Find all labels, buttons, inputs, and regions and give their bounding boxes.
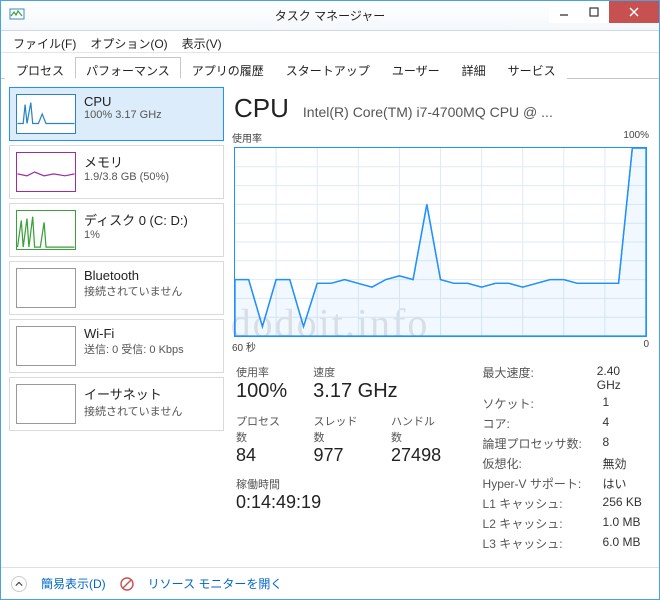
- spec-row-4: 仮想化:無効: [483, 455, 645, 472]
- net-thumb-icon: [16, 326, 76, 366]
- chart-top-left: 使用率: [232, 130, 262, 145]
- disk-thumb-icon: [16, 210, 76, 250]
- stats-area: 使用率 100% 速度 3.17 GHz プロセス数 84: [230, 354, 651, 552]
- main-header: CPU Intel(R) Core(TM) i7-4700MQ CPU @ ..…: [230, 87, 651, 130]
- sidebar-item-label: Bluetooth: [84, 268, 182, 283]
- menu-file[interactable]: ファイル(F): [7, 33, 82, 52]
- tab-4[interactable]: ユーザー: [381, 57, 451, 79]
- tab-6[interactable]: サービス: [497, 57, 567, 79]
- chart-bottom-labels: 60 秒 0: [230, 337, 651, 354]
- net-thumb-icon: [16, 268, 76, 308]
- side-panel: CPU100% 3.17 GHzメモリ1.9/3.8 GB (50%)ディスク …: [9, 87, 224, 559]
- maximize-button[interactable]: [579, 1, 609, 23]
- stat-usage: 使用率 100%: [236, 364, 287, 403]
- sidebar-item-label: CPU: [84, 94, 162, 109]
- usage-chart[interactable]: [234, 147, 647, 337]
- menu-view[interactable]: 表示(V): [176, 33, 228, 52]
- sidebar-item-label: Wi-Fi: [84, 326, 184, 341]
- spec-row-1: ソケット:1: [483, 395, 645, 412]
- titlebar[interactable]: タスク マネージャー: [1, 1, 659, 31]
- chart-top-right: 100%: [623, 130, 649, 145]
- close-button[interactable]: [609, 1, 659, 23]
- content-area: dodoit.info CPU100% 3.17 GHzメモリ1.9/3.8 G…: [1, 79, 659, 567]
- stat-speed: 速度 3.17 GHz: [313, 364, 397, 403]
- app-icon: [9, 8, 25, 24]
- tab-3[interactable]: スタートアップ: [275, 57, 381, 79]
- sidebar-item-sub: 接続されていません: [84, 403, 182, 419]
- window-title: タスク マネージャー: [275, 7, 386, 24]
- sidebar-item-label: ディスク 0 (C: D:): [84, 210, 188, 229]
- menu-option[interactable]: オプション(O): [84, 33, 173, 52]
- spec-row-3: 論理プロセッサ数:8: [483, 435, 645, 452]
- tabstrip: プロセスパフォーマンスアプリの履歴スタートアップユーザー詳細サービス: [1, 53, 659, 79]
- sidebar-item-disk-2[interactable]: ディスク 0 (C: D:)1%: [9, 203, 224, 257]
- sidebar-item-sub: 接続されていません: [84, 283, 182, 299]
- sidebar-item-sub: 100% 3.17 GHz: [84, 109, 162, 121]
- sidebar-item-mem-1[interactable]: メモリ1.9/3.8 GB (50%): [9, 145, 224, 199]
- sidebar-item-net-4[interactable]: Wi-Fi送信: 0 受信: 0 Kbps: [9, 319, 224, 373]
- tab-1[interactable]: パフォーマンス: [75, 57, 181, 79]
- chart-top-labels: 使用率 100%: [230, 130, 651, 147]
- menubar: ファイル(F) オプション(O) 表示(V): [1, 31, 659, 53]
- main-panel: CPU Intel(R) Core(TM) i7-4700MQ CPU @ ..…: [230, 87, 651, 559]
- cpu-model: Intel(R) Core(TM) i7-4700MQ CPU @ ...: [303, 104, 553, 120]
- minimize-button[interactable]: [549, 1, 579, 23]
- sidebar-item-cpu-0[interactable]: CPU100% 3.17 GHz: [9, 87, 224, 141]
- footer: 簡易表示(D) リソース モニターを開く: [1, 567, 659, 599]
- sidebar-item-net-3[interactable]: Bluetooth接続されていません: [9, 261, 224, 315]
- chevron-up-icon[interactable]: [11, 576, 27, 592]
- sidebar-item-sub: 1.9/3.8 GB (50%): [84, 171, 169, 183]
- spec-row-7: L2 キャッシュ:1.0 MB: [483, 515, 645, 532]
- sidebar-item-sub: 送信: 0 受信: 0 Kbps: [84, 341, 184, 357]
- sidebar-item-sub: 1%: [84, 229, 188, 241]
- window-buttons: [549, 1, 659, 23]
- spec-row-8: L3 キャッシュ:6.0 MB: [483, 535, 645, 552]
- net-thumb-icon: [16, 384, 76, 424]
- stat-threads: スレッド数 977: [314, 413, 366, 466]
- spec-row-6: L1 キャッシュ:256 KB: [483, 495, 645, 512]
- tab-5[interactable]: 詳細: [451, 57, 497, 79]
- spec-row-0: 最大速度:2.40 GHz: [483, 364, 645, 392]
- stats-left: 使用率 100% 速度 3.17 GHz プロセス数 84: [236, 364, 443, 552]
- tab-0[interactable]: プロセス: [5, 57, 75, 79]
- task-manager-window: タスク マネージャー ファイル(F) オプション(O) 表示(V) プロセスパフ…: [0, 0, 660, 600]
- chart-bottom-left: 60 秒: [232, 339, 256, 354]
- sidebar-item-net-5[interactable]: イーサネット接続されていません: [9, 377, 224, 431]
- tab-2[interactable]: アプリの履歴: [181, 57, 275, 79]
- mem-thumb-icon: [16, 152, 76, 192]
- sidebar-item-label: イーサネット: [84, 384, 182, 403]
- cpu-thumb-icon: [16, 94, 76, 134]
- stat-handles: ハンドル数 27498: [391, 413, 443, 466]
- sidebar-item-label: メモリ: [84, 152, 169, 171]
- open-resource-monitor-link[interactable]: リソース モニターを開く: [148, 575, 283, 592]
- resmon-icon: [120, 577, 134, 591]
- stat-processes: プロセス数 84: [236, 413, 288, 466]
- stats-right: 最大速度:2.40 GHz ソケット:1 コア:4 論理プロセッサ数:8 仮想化:無効 H…: [483, 364, 645, 552]
- spec-row-2: コア:4: [483, 415, 645, 432]
- fewer-details-link[interactable]: 簡易表示(D): [41, 575, 106, 592]
- stat-uptime: 稼働時間 0:14:49:19: [236, 476, 443, 513]
- resource-title: CPU: [234, 93, 289, 124]
- spec-row-5: Hyper-V サポート:はい: [483, 475, 645, 492]
- chart-bottom-right: 0: [643, 339, 649, 354]
